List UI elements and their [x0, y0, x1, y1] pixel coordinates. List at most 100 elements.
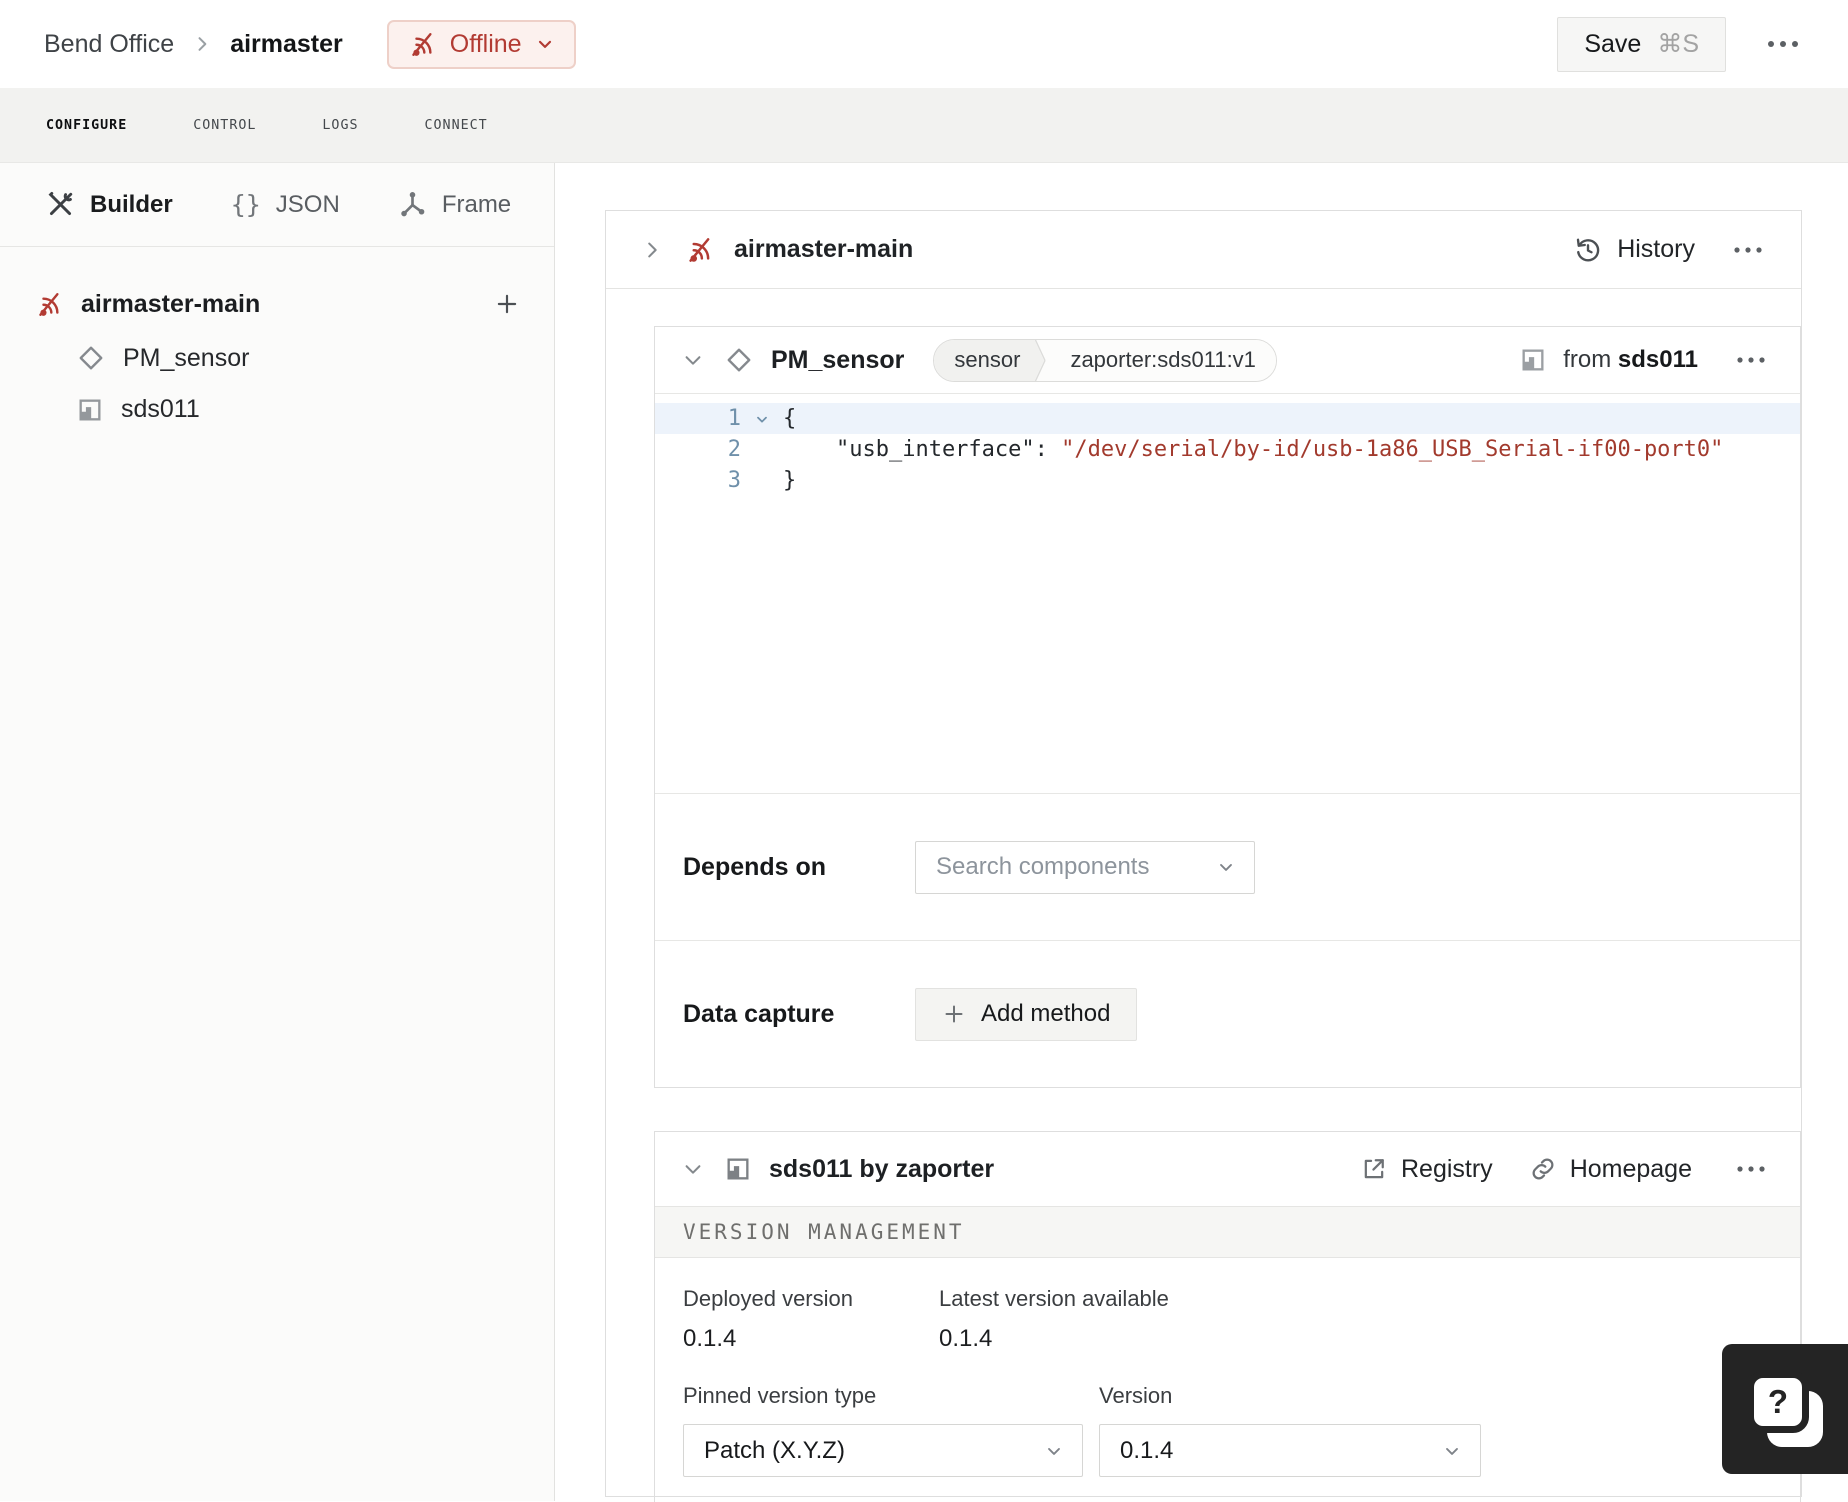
wifi-off-icon	[685, 235, 715, 265]
chevron-down-icon	[1216, 857, 1236, 877]
module-title: sds011 by zaporter	[769, 1154, 995, 1183]
ellipsis-icon	[1736, 1164, 1766, 1174]
tree-child-label: sds011	[121, 395, 200, 423]
homepage-label: Homepage	[1569, 1154, 1692, 1183]
code-line-2[interactable]: 2 "usb_interface": "/dev/serial/by-id/us…	[655, 434, 1800, 465]
version-select[interactable]: 0.1.4	[1099, 1424, 1481, 1477]
chevron-right-icon	[192, 34, 212, 54]
tab-connect[interactable]: CONNECT	[423, 112, 490, 139]
code-key: "usb_interface":	[783, 437, 1062, 462]
data-capture-row: Data capture Add method	[655, 940, 1800, 1087]
mode-frame[interactable]: Frame	[398, 190, 511, 219]
save-shortcut: ⌘S	[1657, 30, 1699, 58]
sidebar: Builder {} JSON Frame airmaster-main PM_…	[0, 163, 555, 1501]
tab-configure[interactable]: CONFIGURE	[44, 112, 129, 139]
tree-item-airmaster-main[interactable]: airmaster-main	[35, 287, 524, 321]
deployed-version-label: Deployed version	[683, 1286, 853, 1311]
tab-logs[interactable]: LOGS	[320, 112, 360, 139]
breadcrumb: Bend Office airmaster Offline	[44, 19, 576, 69]
mode-builder-label: Builder	[90, 190, 173, 218]
chevron-down-icon	[682, 1158, 704, 1180]
wifi-off-icon	[35, 290, 64, 319]
save-label: Save	[1584, 29, 1642, 58]
code-text: {	[783, 406, 797, 431]
history-icon	[1573, 235, 1603, 265]
component-type-model-badge: sensor zaporter:sds011:v1	[933, 338, 1277, 382]
latest-version-value: 0.1.4	[939, 1325, 993, 1352]
chevron-down-icon	[1044, 1441, 1064, 1461]
link-icon	[1529, 1155, 1557, 1183]
chevron-down-icon	[535, 34, 555, 54]
from-module-text: from sds011	[1563, 346, 1698, 373]
help-button[interactable]: ?	[1722, 1344, 1848, 1474]
pinned-version-type-label: Pinned version type	[683, 1383, 877, 1408]
machine-status-badge[interactable]: Offline	[386, 19, 576, 69]
tree-child-label: PM_sensor	[123, 343, 250, 372]
tools-icon	[46, 190, 75, 219]
component-diamond-icon	[76, 343, 106, 373]
data-capture-label: Data capture	[683, 999, 835, 1028]
tab-control[interactable]: CONTROL	[191, 112, 258, 139]
version-label: Version	[1099, 1383, 1173, 1408]
line-number: 2	[727, 437, 741, 462]
main-content: airmaster-main History PM_sensor sensor …	[555, 163, 1848, 1502]
component-card-pm-sensor: PM_sensor sensor zaporter:sds011:v1 from…	[654, 326, 1801, 1088]
history-button[interactable]: History	[1573, 235, 1695, 265]
mode-json-label: JSON	[275, 190, 340, 218]
frame-axes-icon	[398, 190, 427, 219]
badge-divider-icon	[1034, 339, 1051, 381]
breadcrumb-location[interactable]: Bend Office	[44, 30, 174, 59]
registry-link[interactable]: Registry	[1360, 1155, 1493, 1184]
collapse-module-button[interactable]	[679, 1155, 707, 1183]
top-header: Bend Office airmaster Offline Save ⌘S	[0, 0, 1848, 88]
add-method-button[interactable]: Add method	[915, 987, 1138, 1041]
help-icon: ?	[1747, 1371, 1823, 1447]
chevron-down-icon	[1442, 1441, 1462, 1461]
version-management-body: Deployed version 0.1.4 Latest version av…	[655, 1258, 1800, 1502]
chevron-down-icon	[682, 349, 704, 371]
mode-builder[interactable]: Builder	[46, 190, 173, 219]
braces-icon: {}	[230, 190, 261, 219]
external-link-icon	[1360, 1155, 1388, 1183]
deployed-version-value: 0.1.4	[683, 1325, 737, 1352]
code-line-1[interactable]: 1 {	[655, 403, 1800, 434]
history-label: History	[1617, 235, 1695, 263]
line-number: 1	[727, 406, 741, 431]
tab-bar: CONFIGURE CONTROL LOGS CONNECT	[0, 88, 1848, 163]
component-model-badge: zaporter:sds011:v1	[1050, 339, 1276, 381]
ellipsis-icon	[1733, 245, 1763, 255]
mode-json[interactable]: {} JSON	[231, 190, 340, 219]
pinned-version-type-select[interactable]: Patch (X.Y.Z)	[683, 1424, 1083, 1477]
module-overflow-menu-button[interactable]	[1728, 1156, 1774, 1182]
plus-icon	[494, 291, 520, 317]
depends-on-select[interactable]: Search components	[915, 840, 1255, 894]
part-overflow-menu-button[interactable]	[1725, 237, 1771, 263]
latest-version-label: Latest version available	[939, 1286, 1169, 1311]
code-line-3[interactable]: 3 }	[655, 465, 1800, 496]
module-icon	[724, 1155, 752, 1183]
header-actions: Save ⌘S	[1557, 16, 1808, 72]
pinned-version-type-value: Patch (X.Y.Z)	[704, 1436, 845, 1464]
expand-part-button[interactable]	[638, 236, 666, 264]
add-method-label: Add method	[981, 1000, 1111, 1027]
tree-part-label: airmaster-main	[81, 289, 261, 318]
tree-item-sds011[interactable]: sds011	[76, 395, 524, 424]
add-resource-button[interactable]	[490, 287, 524, 321]
wifi-off-icon	[408, 30, 437, 59]
collapse-component-button[interactable]	[679, 346, 707, 374]
version-value: 0.1.4	[1120, 1436, 1174, 1464]
tree-item-pm-sensor[interactable]: PM_sensor	[76, 343, 524, 373]
part-card: airmaster-main History PM_sensor sensor …	[605, 210, 1802, 1502]
view-mode-switcher: Builder {} JSON Frame	[0, 163, 554, 247]
module-icon	[1519, 346, 1547, 374]
ellipsis-icon	[1736, 355, 1766, 365]
part-card-header: airmaster-main History	[606, 211, 1801, 289]
header-overflow-menu-button[interactable]	[1758, 30, 1808, 58]
fold-chevron-icon[interactable]	[741, 403, 783, 434]
save-button[interactable]: Save ⌘S	[1557, 16, 1726, 72]
component-overflow-menu-button[interactable]	[1728, 347, 1774, 373]
version-management-heading: VERSION MANAGEMENT	[655, 1206, 1800, 1258]
homepage-link[interactable]: Homepage	[1529, 1155, 1692, 1184]
attributes-code-editor[interactable]: 1 { 2 "usb_interface": "/dev/serial/by-i…	[655, 393, 1800, 793]
mode-frame-label: Frame	[441, 190, 512, 218]
